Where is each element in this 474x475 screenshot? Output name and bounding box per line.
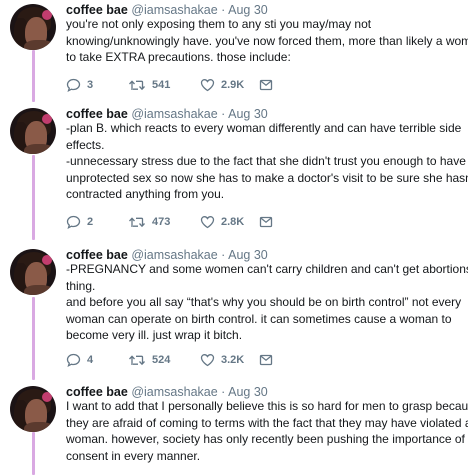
reply-count: 4: [87, 354, 94, 366]
reply-count: 2: [87, 216, 94, 228]
reply-count: 3: [87, 79, 94, 91]
user-handle[interactable]: @iamsashakae: [131, 385, 217, 399]
tweet-actions: 3 541 2.9K: [66, 77, 446, 93]
share-button[interactable]: [259, 352, 273, 368]
separator-dot: ·: [221, 248, 226, 262]
tweet-actions: 4 524 3.2K: [66, 352, 446, 368]
reply-button[interactable]: 3: [66, 77, 93, 93]
tweet-text: you're not only exposing them to any sti…: [66, 16, 468, 66]
user-handle[interactable]: @iamsashakae: [131, 3, 217, 17]
reply-icon: [66, 78, 81, 92]
like-count: 3.2K: [221, 354, 245, 366]
retweet-icon: [129, 355, 145, 366]
tweet-text: -plan B. which reacts to every woman dif…: [66, 120, 468, 203]
share-icon: [259, 354, 273, 366]
like-button[interactable]: 2.8K: [200, 214, 244, 230]
tweet-text-line: -unnecessary stress due to the fact that…: [66, 154, 466, 168]
tweet-date[interactable]: Aug 30: [228, 385, 268, 399]
tweet-text-line: to take EXTRA precautions. those include…: [66, 50, 291, 64]
separator-dot: ·: [221, 3, 226, 17]
avatar[interactable]: [10, 249, 56, 295]
tweet-text-line: -PREGNANCY and some women can't carry ch…: [66, 262, 468, 276]
user-handle[interactable]: @iamsashakae: [131, 248, 217, 262]
tweet-text: I want to add that I personally believe …: [66, 398, 468, 464]
like-count: 2.8K: [221, 216, 245, 228]
retweet-button[interactable]: 524: [128, 352, 170, 368]
tweet[interactable]: coffee bae @iamsashakae · Aug 30 -plan B…: [0, 106, 474, 238]
tweet-text-line: they are afraid of coming to terms with …: [66, 415, 468, 430]
tweet-text-line: woman can operate on birth control. it c…: [66, 311, 452, 326]
reply-button[interactable]: 4: [66, 352, 93, 368]
tweet-text-line: unprotected sex so now she has to make a…: [66, 170, 468, 185]
tweet-text-line: you're not only exposing them to any sti…: [66, 17, 372, 31]
like-button[interactable]: 3.2K: [200, 352, 244, 368]
display-name[interactable]: coffee bae: [66, 107, 128, 121]
share-button[interactable]: [259, 77, 273, 93]
separator-dot: ·: [221, 107, 226, 121]
display-name[interactable]: coffee bae: [66, 3, 128, 17]
tweet[interactable]: coffee bae @iamsashakae · Aug 30 -PREGNA…: [0, 247, 474, 375]
tweet-thread: coffee bae @iamsashakae · Aug 30 you're …: [0, 0, 474, 475]
tweet-text-line: effects.: [66, 137, 105, 152]
tweet-actions: 2 473 2.8K: [66, 214, 446, 230]
avatar[interactable]: [10, 4, 56, 50]
tweet-text-line: woman. however, society has only recentl…: [66, 432, 465, 446]
tweet[interactable]: coffee bae @iamsashakae · Aug 30 I want …: [0, 384, 474, 475]
like-button[interactable]: 2.9K: [200, 77, 244, 93]
tweet-text-line: knowing/unknowingly have. you've now for…: [66, 33, 468, 48]
share-button[interactable]: [259, 214, 273, 230]
avatar[interactable]: [10, 108, 56, 154]
retweet-icon: [129, 217, 145, 228]
reply-icon: [66, 353, 81, 367]
share-icon: [259, 216, 273, 228]
tweet-date[interactable]: Aug 30: [228, 107, 268, 121]
display-name[interactable]: coffee bae: [66, 248, 128, 262]
retweet-button[interactable]: 541: [128, 77, 170, 93]
retweet-button[interactable]: 473: [128, 214, 170, 230]
like-count: 2.9K: [221, 79, 245, 91]
tweet-text-line: and before you all say “that's why you s…: [66, 295, 462, 309]
tweet[interactable]: coffee bae @iamsashakae · Aug 30 you're …: [0, 2, 474, 98]
reply-button[interactable]: 2: [66, 214, 93, 230]
avatar[interactable]: [10, 386, 56, 432]
tweet-text-line: become very ill. just wrap it bitch.: [66, 328, 243, 342]
tweet-text-line: I want to add that I personally believe …: [66, 399, 468, 413]
tweet-date[interactable]: Aug 30: [228, 248, 268, 262]
retweet-count: 524: [152, 354, 171, 366]
retweet-icon: [129, 80, 145, 91]
reply-icon: [66, 215, 81, 229]
retweet-count: 473: [152, 216, 171, 228]
tweet-text-line: contracted anything from you.: [66, 187, 225, 201]
separator-dot: ·: [221, 385, 226, 399]
tweet-date[interactable]: Aug 30: [228, 3, 268, 17]
tweet-text-line: thing.: [66, 278, 96, 293]
tweet-text-line: consent in every manner.: [66, 448, 201, 463]
user-handle[interactable]: @iamsashakae: [131, 107, 217, 121]
heart-icon: [200, 354, 215, 367]
share-icon: [259, 79, 273, 91]
display-name[interactable]: coffee bae: [66, 385, 128, 399]
retweet-count: 541: [152, 79, 171, 91]
tweet-text: -PREGNANCY and some women can't carry ch…: [66, 261, 468, 344]
heart-icon: [200, 79, 215, 92]
heart-icon: [200, 216, 215, 229]
tweet-text-line: -plan B. which reacts to every woman dif…: [66, 121, 462, 135]
